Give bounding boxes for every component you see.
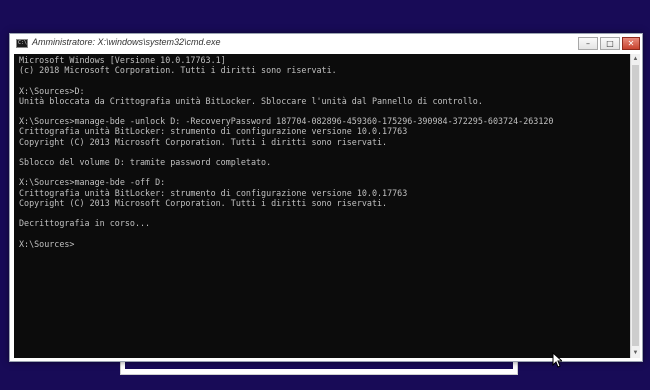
cmd-window[interactable]: C:\ Amministratore: X:\windows\system32\… <box>9 33 643 362</box>
title-bar[interactable]: C:\ Amministratore: X:\windows\system32\… <box>10 34 642 54</box>
console-line: X:\Sources>manage-bde -unlock D: -Recove… <box>19 116 554 127</box>
console-output[interactable]: Microsoft Windows [Versione 10.0.17763.1… <box>14 54 630 358</box>
cmd-icon: C:\ <box>16 39 28 48</box>
console-line: X:\Sources>D: <box>19 85 85 96</box>
console-line: Crittografia unità BitLocker: strumento … <box>19 126 408 137</box>
close-button[interactable]: ✕ <box>622 37 640 50</box>
maximize-button[interactable]: □ <box>600 37 620 50</box>
console-line: Sblocco del volume D: tramite password c… <box>19 157 272 168</box>
console-line: X:\Sources>manage-bde -off D: <box>19 177 166 188</box>
console-line: Unità bloccata da Crittografia unità Bit… <box>19 95 483 106</box>
console-text: Microsoft Windows [Versione 10.0.17763.1… <box>19 55 553 249</box>
console-line: X:\Sources> <box>19 238 75 249</box>
desktop: C:\ Amministratore: X:\windows\system32\… <box>0 0 650 390</box>
console-line: Copyright (C) 2013 Microsoft Corporation… <box>19 197 388 208</box>
scroll-up-icon[interactable]: ▲ <box>631 54 640 64</box>
window-title: Amministratore: X:\windows\system32\cmd.… <box>32 37 221 47</box>
vertical-scrollbar[interactable]: ▲ ▼ <box>630 54 640 358</box>
console-line: Crittografia unità BitLocker: strumento … <box>19 187 408 198</box>
console-line: Copyright (C) 2013 Microsoft Corporation… <box>19 136 388 147</box>
scroll-down-icon[interactable]: ▼ <box>631 348 640 358</box>
mouse-pointer-icon <box>552 352 562 368</box>
console-line: Microsoft Windows [Versione 10.0.17763.1… <box>19 55 226 65</box>
console-line: Decrittografia in corso... <box>19 218 151 229</box>
console-line: (c) 2018 Microsoft Corporation. Tutti i … <box>19 65 337 76</box>
scroll-thumb[interactable] <box>632 65 639 346</box>
minimize-button[interactable]: – <box>578 37 598 50</box>
